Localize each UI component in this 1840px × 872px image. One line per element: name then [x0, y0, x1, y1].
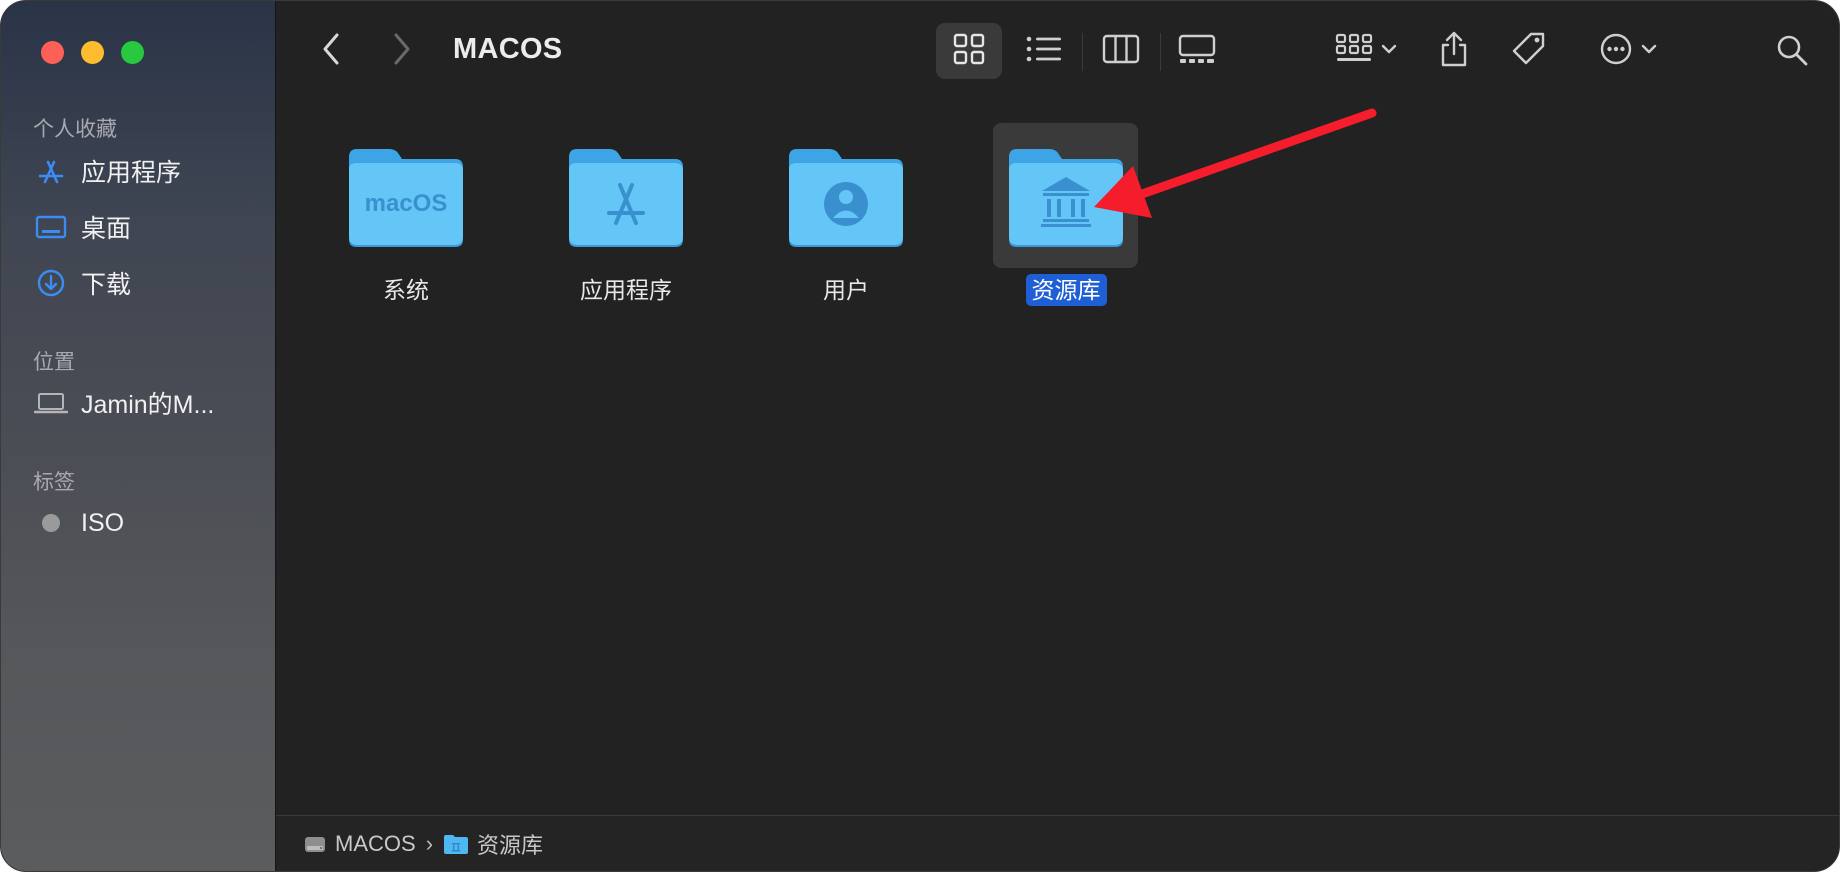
path-segment-disk[interactable]: MACOS	[303, 831, 416, 857]
favorites-header: 个人收藏	[33, 118, 117, 141]
columns-icon	[1102, 34, 1140, 69]
disk-icon	[303, 832, 327, 856]
icon-view-button[interactable]	[936, 23, 1002, 79]
zoom-window-button[interactable]	[121, 41, 144, 64]
sidebar-item-label: Jamin的M...	[81, 391, 215, 419]
file-grid: macOS 系统 应用程序 用户 资源库	[276, 101, 1839, 815]
laptop-icon	[31, 383, 71, 423]
tag-dot-icon	[31, 503, 71, 543]
folder-icon	[443, 833, 469, 855]
toolbar-divider	[1160, 33, 1161, 71]
back-button[interactable]	[311, 31, 351, 71]
path-segment-library[interactable]: 资源库	[443, 828, 543, 860]
forward-button[interactable]	[382, 31, 422, 71]
group-grid-icon	[1335, 33, 1373, 70]
minimize-window-button[interactable]	[81, 41, 104, 64]
locations-header: 位置	[33, 351, 75, 374]
close-window-button[interactable]	[41, 41, 64, 64]
path-segment-label: 资源库	[477, 832, 544, 858]
sidebar-item-tag-iso[interactable]: ISO	[31, 503, 261, 543]
share-icon	[1438, 30, 1470, 73]
more-actions-button[interactable]	[1588, 23, 1668, 79]
path-chevron-icon: ›	[425, 830, 434, 856]
sidebar-item-label: 下载	[81, 271, 132, 299]
group-by-button[interactable]	[1326, 23, 1406, 79]
column-view-button[interactable]	[1088, 23, 1154, 79]
toolbar: MACOS	[276, 1, 1839, 101]
grid-icon	[953, 33, 985, 70]
gallery-icon	[1178, 34, 1216, 69]
desktop-icon	[31, 207, 71, 247]
annotation-arrow	[1094, 108, 1377, 218]
sidebar-item-applications[interactable]: 应用程序	[31, 151, 261, 191]
list-icon	[1026, 35, 1062, 68]
tag-icon	[1511, 31, 1547, 72]
ellipsis-circle-icon	[1599, 32, 1633, 71]
share-button[interactable]	[1426, 23, 1482, 79]
tags-header: 标签	[33, 471, 75, 494]
path-segment-label: MACOS	[335, 830, 416, 856]
sidebar-item-label: 桌面	[81, 215, 132, 243]
sidebar-item-label: 应用程序	[81, 159, 182, 187]
sidebar-item-label: ISO	[81, 508, 125, 537]
list-view-button[interactable]	[1011, 23, 1077, 79]
path-bar: MACOS › 资源库	[276, 815, 1839, 871]
finder-window: 个人收藏 应用程序 桌面 下载 位置 Jamin的M... 标签 ISO MAC…	[0, 0, 1840, 872]
app-store-icon	[31, 151, 71, 191]
sidebar-item-downloads[interactable]: 下载	[31, 263, 261, 303]
download-icon	[31, 263, 71, 303]
search-button[interactable]	[1766, 26, 1818, 78]
chevron-down-icon	[1381, 42, 1397, 60]
search-icon	[1775, 33, 1809, 72]
chevron-right-icon	[392, 32, 412, 71]
tag-button[interactable]	[1501, 23, 1557, 79]
gallery-view-button[interactable]	[1164, 23, 1230, 79]
chevron-left-icon	[321, 32, 341, 71]
window-title: MACOS	[453, 33, 563, 65]
sidebar: 个人收藏 应用程序 桌面 下载 位置 Jamin的M... 标签 ISO	[1, 1, 276, 871]
chevron-down-icon	[1641, 42, 1657, 60]
toolbar-divider	[1082, 33, 1083, 71]
sidebar-item-mac[interactable]: Jamin的M...	[31, 383, 261, 423]
sidebar-item-desktop[interactable]: 桌面	[31, 207, 261, 247]
